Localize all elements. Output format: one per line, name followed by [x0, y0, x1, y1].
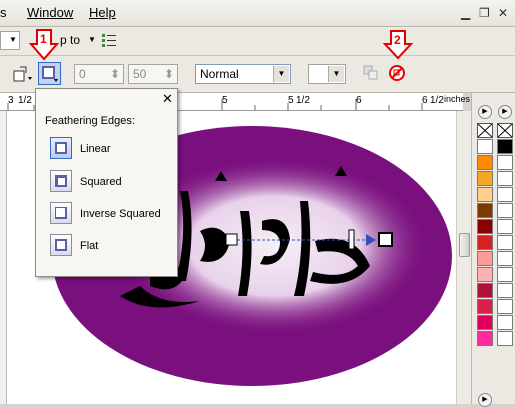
offset-x-field[interactable]: 0 ⬍	[74, 64, 124, 84]
no-color-swatch[interactable]	[477, 123, 493, 138]
color-swatch[interactable]	[497, 219, 513, 234]
offset-y-field[interactable]: 50 ⬍	[128, 64, 178, 84]
color-swatch[interactable]	[497, 315, 513, 330]
palette-scroll-up-icon[interactable]: ▶	[498, 105, 512, 119]
annotation-number-1: 1	[40, 32, 47, 46]
feather-inverse-squared-button[interactable]	[50, 202, 72, 224]
ruler-label: 5	[222, 95, 228, 106]
offset-y-value: 50	[133, 67, 147, 81]
shadow-end-handle[interactable]	[378, 232, 393, 247]
color-swatch[interactable]	[497, 283, 513, 298]
shadow-start-handle[interactable]	[225, 233, 238, 246]
annotation-arrow-2: 2	[383, 30, 413, 60]
feather-flat-icon	[55, 239, 67, 251]
ruler-label: 5	[288, 95, 294, 106]
feather-squared-button[interactable]	[50, 170, 72, 192]
zoom-combo[interactable]: ▼	[0, 31, 20, 50]
color-swatch[interactable]	[477, 171, 493, 186]
ruler-units: inches	[444, 94, 471, 104]
chevron-down-icon[interactable]: ▼	[273, 66, 289, 82]
copy-properties-icon[interactable]	[362, 64, 380, 82]
snap-dropdown-icon[interactable]: ▼	[88, 35, 96, 44]
ruler-label: 1/2	[296, 95, 310, 106]
opacity-slider-handle[interactable]	[348, 229, 355, 250]
color-swatch[interactable]	[477, 203, 493, 218]
flyout-title: Feathering Edges:	[45, 115, 135, 127]
restore-icon[interactable]: ❐	[479, 6, 490, 20]
feather-linear-icon	[42, 66, 58, 82]
color-swatch[interactable]	[477, 155, 493, 170]
menu-item-window[interactable]: Window	[27, 5, 73, 20]
color-swatch[interactable]	[477, 283, 493, 298]
color-swatch[interactable]	[497, 235, 513, 250]
ruler-label: 6	[356, 95, 362, 106]
merge-mode-select[interactable]: Normal ▼	[195, 64, 291, 84]
close-icon[interactable]: ✕	[162, 91, 173, 107]
snap-to-label[interactable]: p to	[60, 33, 80, 47]
color-swatch[interactable]	[477, 139, 493, 154]
color-swatch[interactable]	[477, 299, 493, 314]
annotation-arrow-1: 1	[29, 29, 59, 61]
color-swatch[interactable]	[497, 155, 513, 170]
feather-squared-label[interactable]: Squared	[80, 176, 122, 188]
vertical-scrollbar[interactable]	[456, 111, 471, 404]
color-swatch[interactable]	[477, 331, 493, 346]
annotation-number-2: 2	[394, 33, 401, 47]
palette-scroll-down-icon[interactable]: ▶	[478, 393, 492, 407]
color-palette: ▶ ▶ ▶	[471, 93, 515, 407]
color-swatch[interactable]	[497, 299, 513, 314]
feather-inverse-squared-label[interactable]: Inverse Squared	[80, 208, 161, 220]
feather-linear-label[interactable]: Linear	[80, 143, 111, 155]
color-swatch[interactable]	[477, 251, 493, 266]
color-swatch[interactable]	[477, 315, 493, 330]
clear-shadow-icon[interactable]	[388, 64, 406, 82]
feather-flat-label[interactable]: Flat	[80, 240, 98, 252]
scrollbar-thumb[interactable]	[459, 233, 470, 257]
color-swatch[interactable]	[497, 267, 513, 282]
ruler-label: 1/2	[18, 95, 32, 106]
bitmap-mode-icon[interactable]	[12, 63, 34, 85]
feather-squared-icon	[55, 175, 67, 187]
offset-x-value: 0	[79, 67, 86, 81]
color-swatch[interactable]	[477, 219, 493, 234]
color-swatch[interactable]	[477, 267, 493, 282]
feather-inverse-squared-icon	[55, 207, 67, 219]
chevron-down-icon: ▼	[9, 35, 17, 44]
no-color-swatch[interactable]	[497, 123, 513, 138]
palette-scroll-up-icon[interactable]: ▶	[478, 105, 492, 119]
spin-arrows-icon[interactable]: ⬍	[164, 65, 174, 83]
shadow-color-picker[interactable]: ▼	[308, 64, 346, 84]
color-swatch[interactable]	[497, 187, 513, 202]
spin-arrows-icon[interactable]: ⬍	[110, 65, 120, 83]
menu-item-help[interactable]: Help	[89, 5, 116, 20]
feathering-edges-flyout: ✕ Feathering Edges: Linear Squared Inver…	[35, 88, 178, 277]
no-color-icon	[497, 123, 513, 138]
menu-item-window-label: Window	[27, 5, 74, 20]
minimize-icon[interactable]: ▁	[461, 6, 470, 20]
color-swatch[interactable]	[497, 251, 513, 266]
standard-toolbar: ▼ p to ▼	[0, 27, 515, 56]
color-swatch[interactable]	[497, 203, 513, 218]
color-swatch[interactable]	[477, 187, 493, 202]
color-swatch[interactable]	[497, 171, 513, 186]
no-color-icon	[477, 123, 493, 138]
menu-item-help-label: Help	[89, 5, 116, 20]
merge-mode-value: Normal	[200, 67, 239, 81]
options-list-icon[interactable]	[101, 32, 117, 48]
feather-flat-button[interactable]	[50, 234, 72, 256]
color-swatch[interactable]	[477, 235, 493, 250]
ruler-label: 3	[8, 95, 14, 106]
color-swatch[interactable]	[497, 331, 513, 346]
ruler-label: 6	[422, 95, 428, 106]
close-icon[interactable]: ✕	[498, 6, 508, 20]
feather-linear-button[interactable]	[50, 137, 72, 159]
menu-bar: s Window Help ▁ ❐ ✕	[0, 0, 515, 27]
feather-linear-icon	[55, 142, 67, 154]
ruler-label: 1/2	[430, 95, 444, 106]
chevron-down-icon[interactable]: ▼	[328, 66, 344, 82]
menu-item-partial[interactable]: s	[0, 5, 7, 20]
color-swatch[interactable]	[497, 139, 513, 154]
feathering-direction-button[interactable]	[38, 62, 61, 85]
